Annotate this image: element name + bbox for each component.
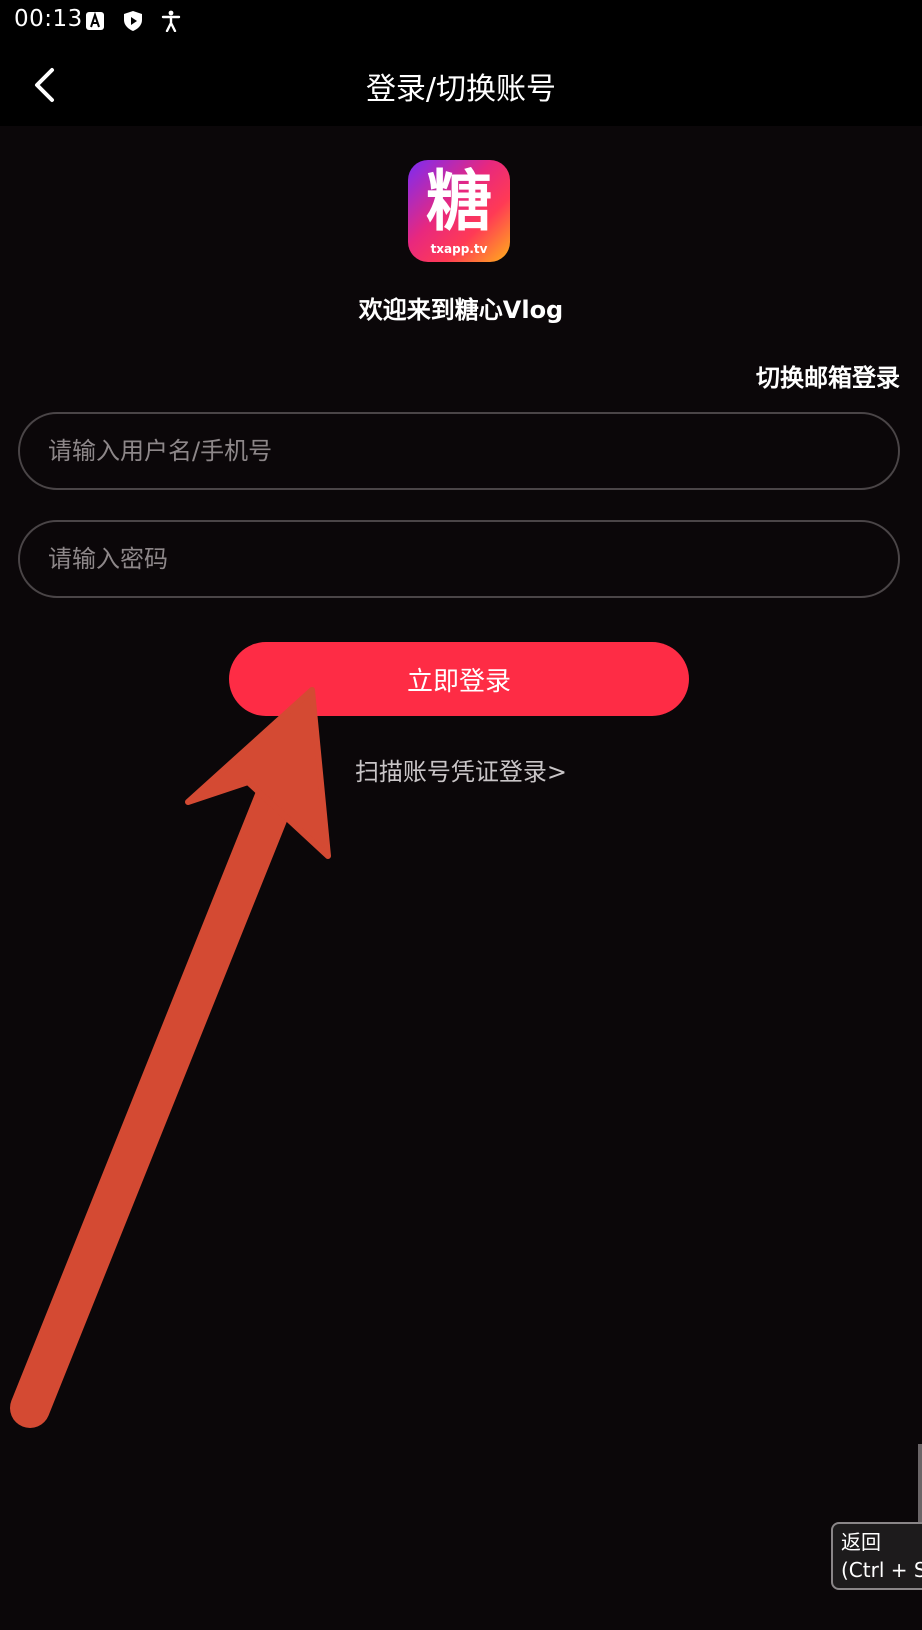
- page-title: 登录/切换账号: [365, 72, 557, 107]
- accessibility-icon: [161, 10, 181, 32]
- login-button[interactable]: 立即登录: [229, 642, 689, 716]
- tooltip-line-1: 返回: [841, 1530, 881, 1554]
- a-icon: [86, 11, 104, 30]
- password-input[interactable]: [18, 520, 900, 598]
- scan-credential-login-link[interactable]: 扫描账号凭证登录>: [0, 752, 922, 787]
- status-time: 00:13: [14, 6, 83, 32]
- back-tooltip: 返回 (Ctrl + Shift: [831, 1522, 922, 1590]
- app-logo: 糖 txapp.tv: [408, 160, 510, 262]
- app-bar: 登录/切换账号: [0, 44, 922, 126]
- tooltip-line-2: (Ctrl + Shift: [841, 1558, 922, 1582]
- logo-subtext: txapp.tv: [430, 242, 488, 256]
- logo-character: 糖: [426, 163, 492, 240]
- switch-email-login-link[interactable]: 切换邮箱登录: [756, 358, 900, 393]
- login-screen: 00:13 登录/切换账号 糖 txapp.tv 欢迎来到糖心Vlog 切换邮箱…: [0, 0, 922, 1630]
- username-input[interactable]: [18, 412, 900, 490]
- scroll-indicator: [918, 1444, 922, 1522]
- status-bar: 00:13: [0, 0, 922, 44]
- shield-play-icon: [124, 11, 142, 31]
- welcome-text: 欢迎来到糖心Vlog: [358, 296, 564, 324]
- login-button-label: 立即登录: [406, 666, 511, 697]
